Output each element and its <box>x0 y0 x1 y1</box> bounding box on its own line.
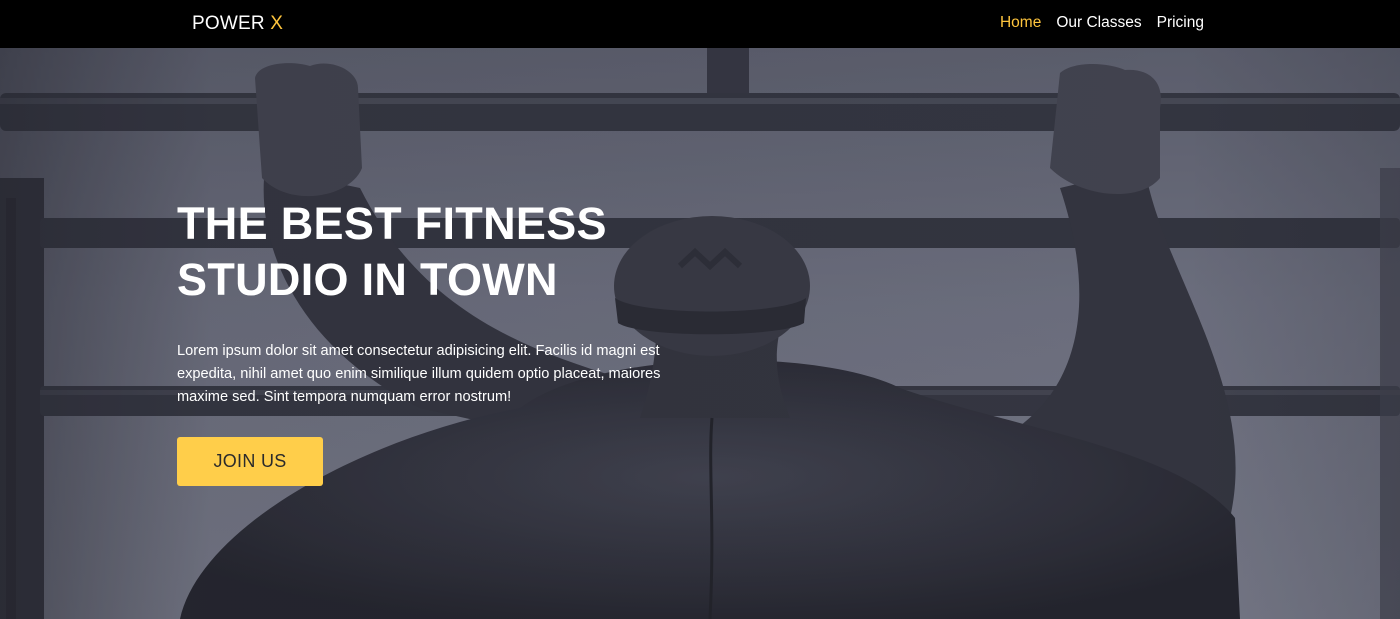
brand-logo[interactable]: POWER X <box>192 13 283 35</box>
nav-link-home[interactable]: Home <box>1000 14 1041 32</box>
hero-title-line-1: THE BEST FITNESS <box>177 198 607 249</box>
hero-description: Lorem ipsum dolor sit amet consectetur a… <box>177 343 661 405</box>
brand-accent: X <box>270 13 284 34</box>
navbar: POWER X Home Our Classes Pricing <box>0 0 1400 48</box>
hero-title: THE BEST FITNESS STUDIO IN TOWN <box>177 196 617 308</box>
nav-link-pricing[interactable]: Pricing <box>1157 14 1204 32</box>
join-us-button[interactable]: JOIN US <box>177 437 323 486</box>
hero-title-line-2: STUDIO IN TOWN <box>177 254 558 305</box>
hero-content: THE BEST FITNESS STUDIO IN TOWN Lorem ip… <box>177 196 697 486</box>
hero-section: THE BEST FITNESS STUDIO IN TOWN Lorem ip… <box>0 48 1400 619</box>
nav-link-our-classes[interactable]: Our Classes <box>1056 14 1141 32</box>
brand-name: POWER <box>192 13 265 34</box>
nav-menu: Home Our Classes Pricing <box>1000 14 1204 32</box>
